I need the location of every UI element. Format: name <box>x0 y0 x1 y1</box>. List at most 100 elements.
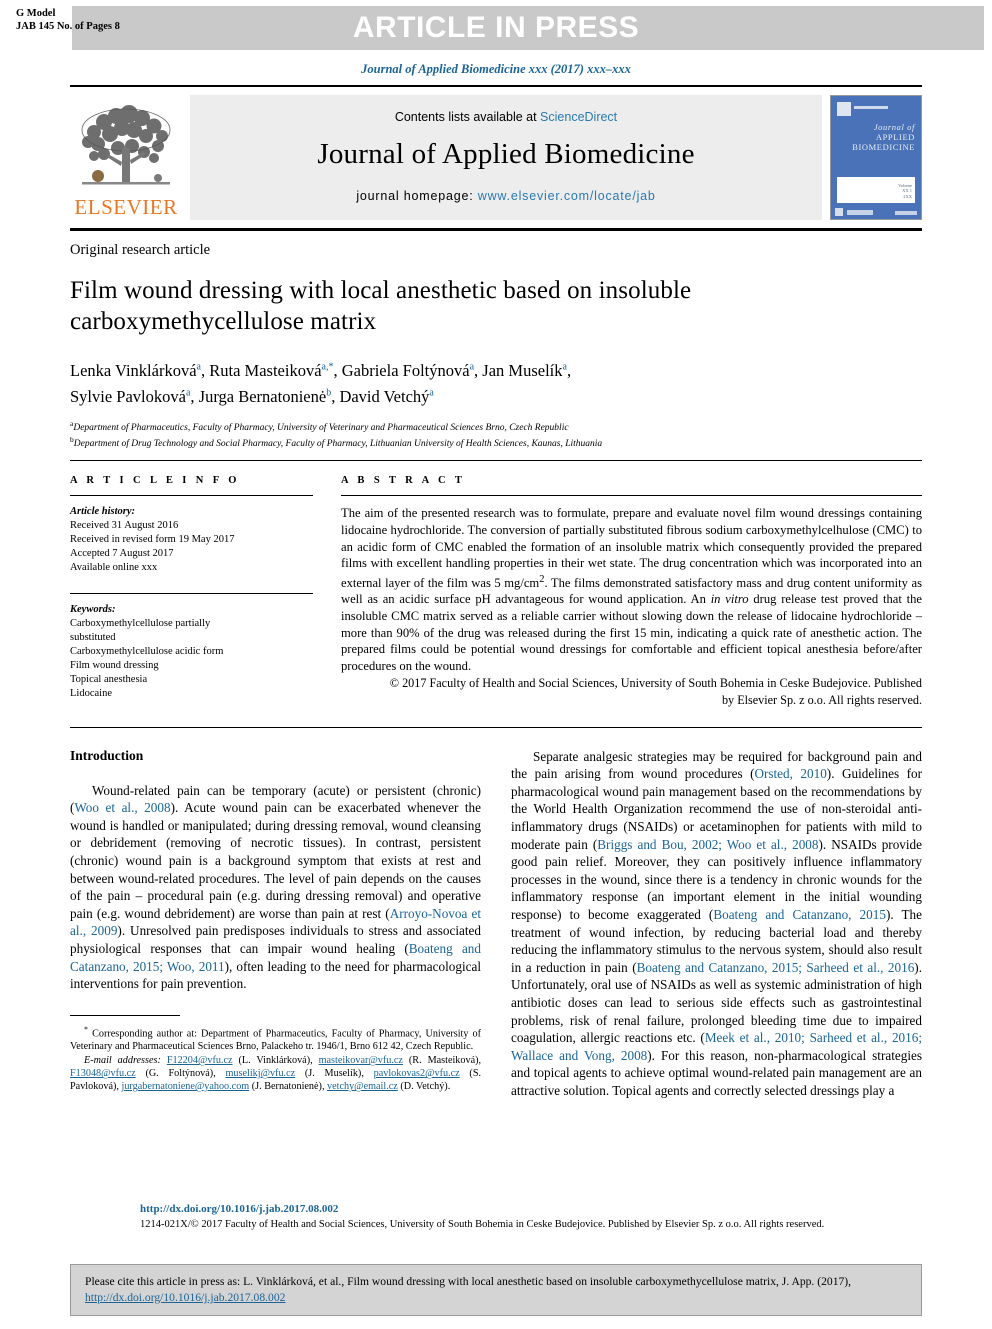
journal-title: Journal of Applied Biomedicine <box>317 138 695 170</box>
journal-homepage-line: journal homepage: www.elsevier.com/locat… <box>356 189 655 203</box>
cover-title-line1: Journal of <box>873 122 915 132</box>
citation-notice-box: Please cite this article in press as: L.… <box>70 1264 922 1316</box>
keyword-item: Carboxymethylcellulose partially <box>70 618 211 630</box>
author-affil-marker: b <box>326 387 332 399</box>
citation-link[interactable]: Boateng and Catanzano, 2015; Sarheed et … <box>637 960 915 975</box>
article-page: ARTICLE IN PRESS G Model JAB 145 No. of … <box>0 6 992 1329</box>
affiliation-item: bDepartment of Drug Technology and Socia… <box>70 434 922 450</box>
email-link[interactable]: jurgabernatoniene@yahoo.com <box>122 1081 250 1092</box>
author-name: Sylvie Pavloková <box>70 387 186 406</box>
citation-notice-prefix: Please cite this article in press as: L.… <box>85 1275 852 1288</box>
journal-reference-line: Journal of Applied Biomedicine xxx (2017… <box>361 62 631 76</box>
doi-link[interactable]: http://dx.doi.org/10.1016/j.jab.2017.08.… <box>140 1202 852 1216</box>
masthead-top-rule <box>70 85 922 87</box>
article-history-label: Article history: <box>70 506 136 518</box>
author-name: Jurga Bernatonienė <box>198 387 327 406</box>
affiliation-list: aDepartment of Pharmaceutics, Faculty of… <box>70 418 922 450</box>
email-link[interactable]: pavlokovas2@vfu.cz <box>374 1068 460 1079</box>
abstract-body: The aim of the presented research was to… <box>341 505 922 674</box>
sciencedirect-link[interactable]: ScienceDirect <box>540 110 617 124</box>
keyword-item: Lidocaine <box>70 688 112 700</box>
author-affil-marker: a <box>562 361 567 372</box>
masthead-center-panel: Contents lists available at ScienceDirec… <box>190 95 822 220</box>
body-column-left: Introduction Wound-related pain can be t… <box>70 748 481 1100</box>
cover-footer-mark-mid <box>847 210 873 215</box>
email-addresses-note: E-mail addresses: F12204@vfu.cz (L. Vink… <box>70 1055 482 1093</box>
footnote-divider <box>70 1014 180 1016</box>
email-person: (G. Foltýnová) <box>145 1068 214 1080</box>
citation-notice-text: Please cite this article in press as: L.… <box>85 1274 907 1306</box>
keywords-label: Keywords: <box>70 604 116 616</box>
keywords-rule <box>70 593 313 595</box>
keyword-item: Carboxymethylcellulose acidic form <box>70 646 224 658</box>
intro-text-b: ). Acute wound pain can be exacerbated w… <box>70 800 481 921</box>
email-link[interactable]: vetchy@email.cz <box>327 1081 398 1092</box>
history-item: Received 31 August 2016 <box>70 520 179 532</box>
article-info-heading: A R T I C L E I N F O <box>70 475 240 487</box>
citation-link[interactable]: Orsted, 2010 <box>754 766 826 781</box>
abstract-column: A B S T R A C T The aim of the presented… <box>341 475 922 708</box>
citation-link[interactable]: Boateng and Catanzano, 2015 <box>713 907 886 922</box>
email-link[interactable]: masteikovar@vfu.cz <box>319 1055 403 1066</box>
author-affil-marker: a <box>429 387 434 399</box>
citation-link[interactable]: Woo et al., 2008 <box>74 800 170 815</box>
article-in-press-label: ARTICLE IN PRESS <box>352 11 640 44</box>
author-list: Lenka Vinklárkováa, Ruta Masteikováa,*, … <box>70 355 922 408</box>
cover-footer-mark-left <box>835 208 843 216</box>
cover-volume-info: Volume XX 1 2XX <box>898 183 912 200</box>
cover-white-band: Volume XX 1 2XX <box>837 177 915 203</box>
page-title: Film wound dressing with local anestheti… <box>70 277 692 335</box>
copyright-line-1: © 2017 Faculty of Health and Social Scie… <box>389 676 922 691</box>
footnote-block: * Corresponding author at: Department of… <box>70 1023 481 1093</box>
author-name: Ruta Masteiková <box>209 360 322 380</box>
citation-link[interactable]: Briggs and Bou, 2002; Woo et al., 2008 <box>597 837 818 852</box>
history-item: Available online xxx <box>70 562 158 574</box>
history-item: Received in revised form 19 May 2017 <box>70 534 235 546</box>
email-link[interactable]: F12204@vfu.cz <box>167 1055 233 1066</box>
affiliation-item: aDepartment of Pharmaceutics, Faculty of… <box>70 418 922 434</box>
cover-logo-text-bar <box>854 106 888 109</box>
page-footer: http://dx.doi.org/10.1016/j.jab.2017.08.… <box>140 1202 852 1232</box>
journal-homepage-url[interactable]: www.elsevier.com/locate/jab <box>478 189 656 203</box>
cover-footer-band <box>831 205 921 219</box>
elsevier-wordmark: ELSEVIER <box>74 195 178 219</box>
homepage-prefix: journal homepage: <box>356 189 478 203</box>
intro-paragraph-left: Wound-related pain can be temporary (acu… <box>70 782 481 993</box>
corresponding-author-note: * Corresponding author at: Department of… <box>70 1023 481 1053</box>
article-body: Introduction Wound-related pain can be t… <box>70 728 922 1100</box>
article-header-block: Original research article Film wound dre… <box>70 231 922 450</box>
g-model-info: G Model JAB 145 No. of Pages 8 <box>16 8 120 33</box>
elsevier-logo: ELSEVIER <box>70 95 182 220</box>
abstract-heading: A B S T R A C T <box>341 475 466 487</box>
corresponding-author-text: Corresponding author at: Department of P… <box>70 1028 482 1053</box>
email-link[interactable]: muselikj@vfu.cz <box>225 1068 295 1079</box>
abstract-rule <box>341 495 922 497</box>
article-info-rule <box>70 495 313 497</box>
author-affil-marker[interactable]: a,* <box>322 361 334 372</box>
author-affil-marker: a <box>185 387 191 399</box>
affiliation-text: Department of Pharmaceutics, Faculty of … <box>73 423 569 434</box>
corresponding-author-marker: * <box>84 1024 88 1034</box>
email-addresses-label: E-mail addresses: <box>84 1055 161 1067</box>
contents-prefix: Contents lists available at <box>394 110 541 124</box>
author-affil-marker: a <box>469 361 475 372</box>
author-affil-marker: a <box>196 361 201 372</box>
copyright-line-2: by Elsevier Sp. z o.o. All rights reserv… <box>721 693 922 708</box>
affiliation-text: Department of Drug Technology and Social… <box>73 439 603 450</box>
intro-paragraph-right: Separate analgesic strategies may be req… <box>511 748 922 1100</box>
email-link[interactable]: F13048@vfu.cz <box>70 1068 136 1079</box>
author-name: Gabriela Foltýnová <box>341 360 470 380</box>
keyword-item: substituted <box>70 632 116 644</box>
email-person: (L. Vinklárková) <box>238 1055 311 1067</box>
citation-doi-link[interactable]: http://dx.doi.org/10.1016/j.jab.2017.08.… <box>85 1291 285 1304</box>
history-item: Accepted 7 August 2017 <box>70 548 174 560</box>
abstract-italic-term: in vitro <box>710 592 749 607</box>
author-line-1: Lenka Vinklárkováa, Ruta Masteikováa,*, … <box>70 360 572 380</box>
email-person: (J. Bernatonienė) <box>251 1081 322 1093</box>
journal-cover-thumbnail: Journal of APPLIED BIOMEDICINE Volume XX… <box>830 95 922 220</box>
article-type-label: Original research article <box>70 242 211 258</box>
article-in-press-banner: ARTICLE IN PRESS G Model JAB 145 No. of … <box>8 6 984 52</box>
email-person: (D. Vetchý) <box>400 1081 448 1093</box>
g-model-line: G Model <box>16 8 56 19</box>
